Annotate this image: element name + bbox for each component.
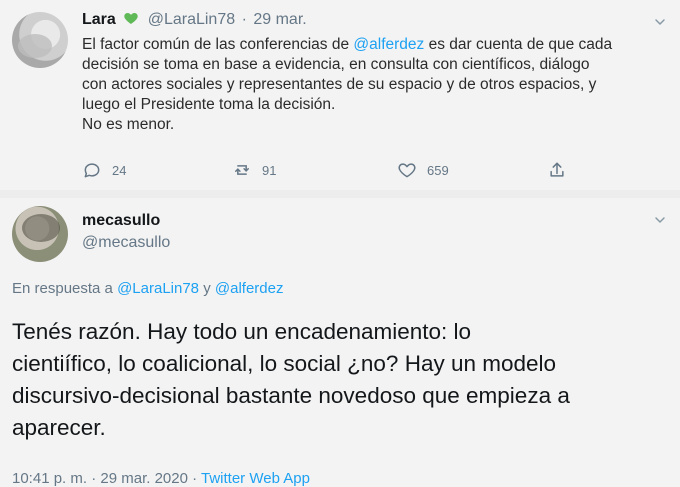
avatar[interactable] bbox=[12, 206, 68, 262]
heart-icon bbox=[398, 163, 416, 178]
tweet-text-line: No es menor. bbox=[82, 116, 175, 133]
tweet-reply: mecasullo @mecasullo En respuesta a @Lar… bbox=[0, 198, 680, 487]
tweet-text-line: decisión se toma en base a evidencia, en… bbox=[82, 56, 590, 73]
mention-link[interactable]: @LaraLin78 bbox=[117, 280, 199, 297]
display-name[interactable]: Lara bbox=[82, 11, 116, 28]
tweet-text-line: luego el Presidente toma la decisión. bbox=[82, 96, 336, 113]
tweet-text-line: cientiífico, lo coalicional, lo social ¿… bbox=[12, 351, 557, 376]
reply-middle: y bbox=[199, 280, 215, 297]
handle[interactable]: @LaraLin78 bbox=[148, 11, 235, 28]
text-fragment: es dar cuenta de que cada bbox=[424, 36, 613, 53]
chevron-down-icon[interactable] bbox=[652, 212, 668, 228]
tweet-divider bbox=[0, 190, 680, 198]
tweet-text-line: El factor común de las conferencias de @… bbox=[82, 35, 662, 55]
timestamp[interactable]: 29 mar. bbox=[253, 11, 306, 28]
mention-link[interactable]: @alferdez bbox=[215, 280, 284, 297]
reply-prefix: En respuesta a bbox=[12, 280, 118, 297]
like-button[interactable]: 659 bbox=[397, 160, 449, 180]
tweet-text: El factor común de las conferencias de @… bbox=[82, 35, 662, 135]
tweet-original: Lara @LaraLin78 · 29 mar. El factor comú… bbox=[0, 0, 680, 190]
share-button[interactable] bbox=[547, 160, 567, 180]
reply-button[interactable]: 24 bbox=[82, 160, 126, 180]
action-bar: 24 91 659 bbox=[82, 160, 602, 182]
reply-count: 24 bbox=[112, 162, 127, 178]
share-icon bbox=[550, 162, 564, 177]
text-fragment: El factor común de las conferencias de bbox=[82, 36, 354, 53]
green-heart-icon bbox=[124, 13, 138, 24]
chevron-down-icon[interactable] bbox=[652, 14, 668, 30]
handle[interactable]: @mecasullo bbox=[82, 234, 170, 252]
mention-link[interactable]: @alferdez bbox=[353, 36, 424, 53]
retweet-icon bbox=[235, 165, 249, 175]
tweet-meta: 10:41 p. m. · 29 mar. 2020 · Twitter Web… bbox=[12, 470, 310, 487]
tweet-text-line: aparecer. bbox=[12, 415, 106, 440]
retweet-count: 91 bbox=[262, 162, 277, 178]
retweet-button[interactable]: 91 bbox=[232, 160, 276, 180]
avatar[interactable] bbox=[12, 12, 68, 68]
tweet-header: Lara @LaraLin78 · 29 mar. bbox=[82, 10, 307, 29]
display-name[interactable]: mecasullo bbox=[82, 212, 160, 230]
timestamp[interactable]: 10:41 p. m. · 29 mar. 2020 · bbox=[12, 470, 201, 487]
tweet-text-line: discursivo-decisional bastante novedoso … bbox=[12, 383, 570, 408]
separator-dot: · bbox=[241, 11, 247, 28]
reply-context: En respuesta a @LaraLin78 y @alferdez bbox=[12, 280, 283, 297]
tweet-text: Tenés razón. Hay todo un encadenamiento:… bbox=[12, 316, 662, 444]
source-link[interactable]: Twitter Web App bbox=[201, 470, 310, 487]
tweet-text-line: con actores sociales y representantes de… bbox=[82, 76, 597, 93]
reply-icon bbox=[84, 163, 100, 178]
like-count: 659 bbox=[427, 162, 449, 178]
tweet-text-line: Tenés razón. Hay todo un encadenamiento:… bbox=[12, 319, 472, 344]
